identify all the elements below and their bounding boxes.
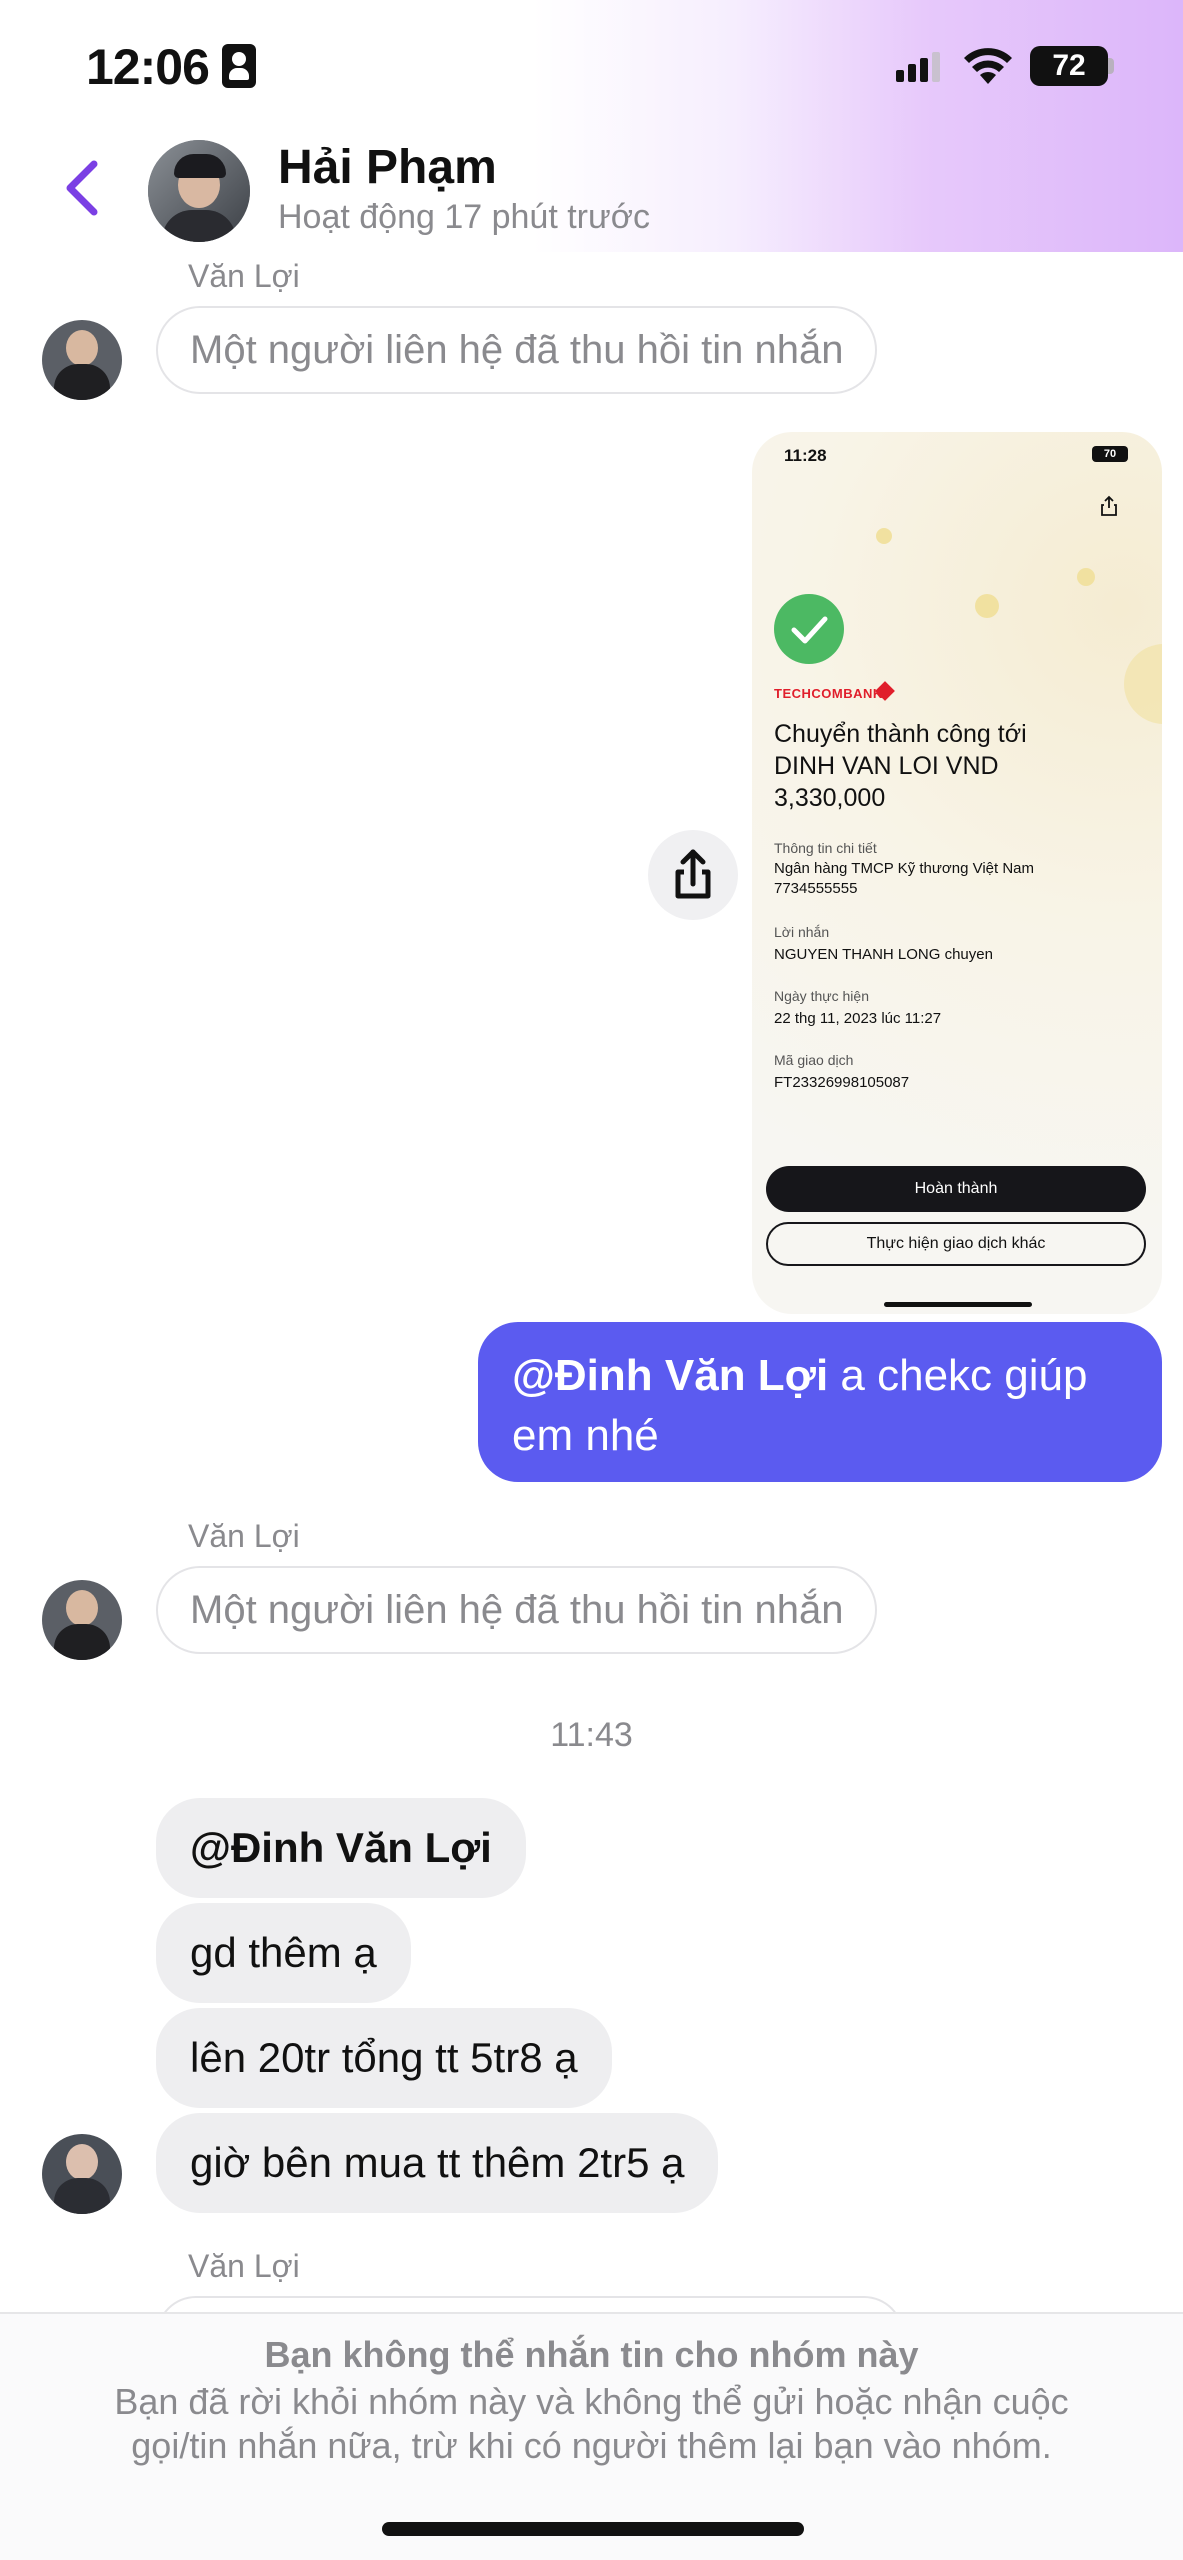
mention[interactable]: @Đinh Văn Lợi [512,1351,828,1400]
contact-status: Hoạt động 17 phút trước [278,198,651,236]
share-icon [675,849,711,899]
details-label: Thông tin chi tiết [774,840,877,856]
txn-value: FT23326998105087 [774,1074,910,1091]
contact-name[interactable]: Hải Phạm [278,140,497,195]
notice-body: Bạn đã rời khỏi nhóm này và không thể gử… [114,2381,1069,2466]
bank-logo-text: TECHCOMBANK [774,686,883,701]
status-time: 12:06 [86,39,210,95]
screenshot-home-indicator [884,1302,1032,1307]
screenshot-battery: 70 [1092,446,1128,462]
date-value: 22 thg 11, 2023 lúc 11:27 [774,1010,942,1027]
incoming-message[interactable]: giờ bên mua tt thêm 2tr5 ạ [156,2113,719,2213]
battery-tip [1108,58,1114,74]
signal-icon [896,52,940,82]
message-timestamp: 11:43 [550,1716,633,1754]
details-bank: Ngân hàng TMCP Kỹ thương Việt Nam [774,860,1035,877]
screenshot-share-icon [1101,495,1117,516]
done-button: Hoàn thành [766,1166,1146,1212]
sender-avatar[interactable] [42,1580,122,1660]
screenshot-time: 11:28 [784,446,827,465]
transfer-title: Chuyển thành công tới DINH VAN LOI VND 3… [774,720,1027,812]
sender-avatar[interactable] [42,320,122,400]
message-label: Lời nhắn [774,924,830,940]
revoked-message: Một người liên hệ đã thu hồi tin nhắn [156,1566,878,1654]
incoming-message[interactable]: lên 20tr tổng tt 5tr8 ạ [156,2008,612,2108]
contact-avatar[interactable] [148,140,250,242]
battery-indicator: 72 [1030,46,1108,86]
incoming-message[interactable]: gd thêm ạ [156,1903,411,2003]
other-transaction-button: Thực hiện giao dịch khác [766,1222,1146,1266]
divider [0,2312,1183,2314]
back-chevron-icon[interactable] [58,158,108,218]
decor-coin [1077,568,1095,586]
decor-coin [876,528,892,544]
message-value: NGUYEN THANH LONG chuyen [774,946,993,963]
sender-name: Văn Lợi [188,1518,300,1554]
share-button[interactable] [648,830,738,920]
wifi-icon [964,48,1012,84]
revoked-message: Một người liên hệ đã thu hồi tin nhắn [156,306,878,394]
success-check-icon [774,594,844,664]
transfer-screenshot-image[interactable]: 11:28 70 TECHCOMBANK Chuyển thành công t… [752,432,1162,1314]
notice-title: Bạn không thể nhắn tin cho nhóm này [264,2334,919,2375]
details-account: 7734555555 [774,880,858,897]
incoming-message[interactable]: @Đinh Văn Lợi [156,1798,526,1898]
sender-name: Văn Lợi [188,258,300,294]
home-indicator[interactable] [382,2522,804,2536]
decor-coin [1124,644,1162,724]
decor-coin [975,594,999,618]
sender-name: Văn Lợi [188,2248,300,2284]
sender-avatar[interactable] [42,2134,122,2214]
txn-label: Mã giao dịch [774,1052,854,1068]
contact-card-icon [222,44,256,88]
date-label: Ngày thực hiện [774,988,869,1004]
outgoing-message[interactable]: @Đinh Văn Lợi a chekc giúp em nhé [478,1322,1162,1482]
